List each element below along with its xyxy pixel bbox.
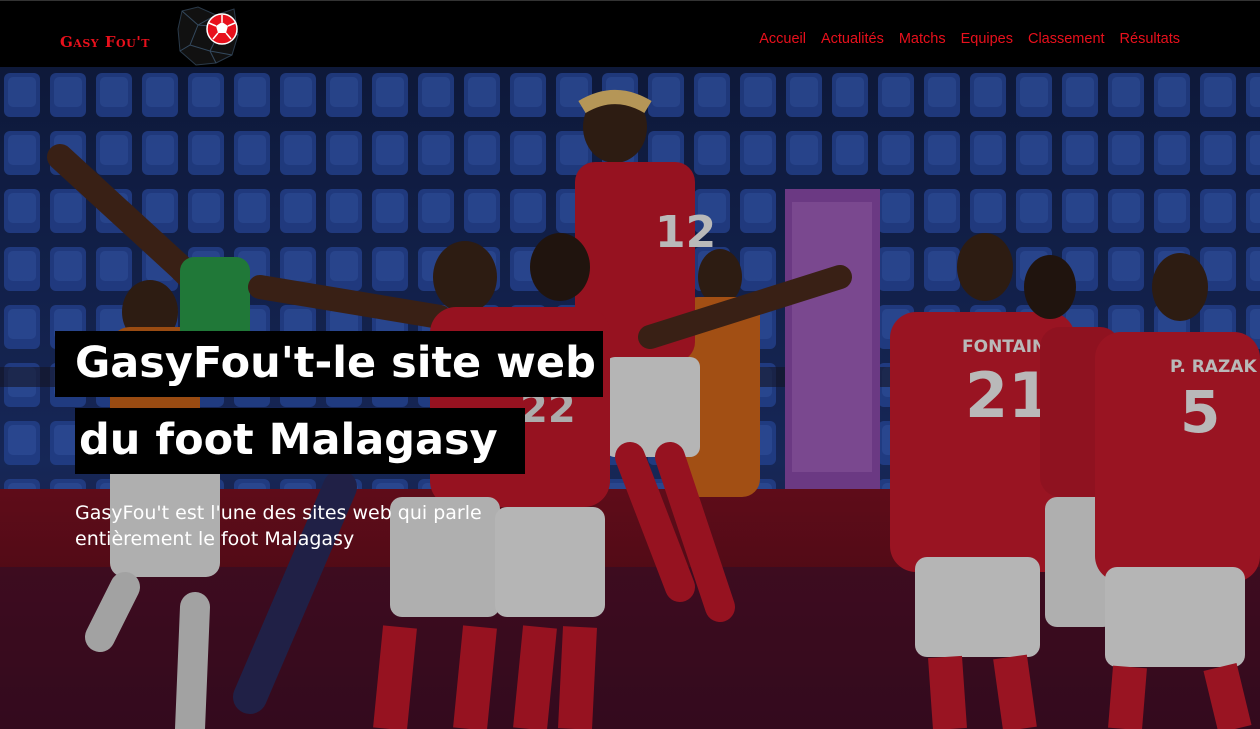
hero-banner: 12 22 FONTAINE 21 P. RAZAK 5 GasyFou't-l…	[0, 67, 1260, 729]
nav-matchs[interactable]: Matchs	[899, 31, 946, 47]
hero-dark-overlay	[0, 67, 1260, 729]
site-logo[interactable]: Gasy Fou't	[60, 5, 250, 67]
nav-equipes[interactable]: Equipes	[961, 31, 1013, 47]
main-nav: Accueil Actualités Matchs Equipes Classe…	[759, 31, 1180, 47]
nav-classement[interactable]: Classement	[1028, 31, 1105, 47]
hero-title-line-1: GasyFou't-le site web	[55, 331, 603, 397]
hero-title-line-2: du foot Malagasy	[75, 408, 525, 474]
nav-actualites[interactable]: Actualités	[821, 31, 884, 47]
soccer-ball-icon	[177, 6, 239, 66]
nav-resultats[interactable]: Résultats	[1120, 31, 1180, 47]
hero-subtitle: GasyFou't est l'une des sites web qui pa…	[75, 502, 482, 550]
logo-text: Gasy Fou't	[60, 33, 150, 51]
nav-accueil[interactable]: Accueil	[759, 31, 806, 47]
navbar: Gasy Fou't Accueil Actualités Matchs Equ…	[0, 0, 1260, 67]
